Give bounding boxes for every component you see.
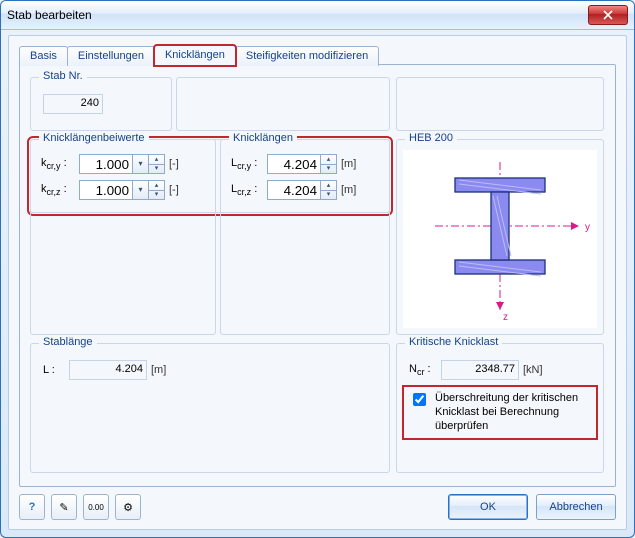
lcrz-input[interactable] xyxy=(267,180,321,200)
group-knicklangenbeiwerte: Knicklängenbeiwerte kcr,y : ▾ ▴▾ [-] kcr… xyxy=(30,139,216,335)
help-icon: ? xyxy=(29,501,36,513)
tab-strip: Basis Einstellungen Knicklängen Steifigk… xyxy=(19,44,378,65)
kcry-dropdown[interactable]: ▾ xyxy=(133,154,149,174)
section-name: HEB 200 xyxy=(405,132,457,144)
units-icon: 0.00 xyxy=(88,503,104,512)
pencil-icon: ✎ xyxy=(59,501,68,514)
tab-basis[interactable]: Basis xyxy=(19,46,68,66)
group-section: HEB 200 xyxy=(396,139,604,335)
ok-button[interactable]: OK xyxy=(448,494,528,520)
dialog-window: Stab bearbeiten Basis Einstellungen Knic… xyxy=(0,0,635,538)
kcrz-spinner[interactable]: ▴▾ xyxy=(149,180,165,200)
chevron-up-icon: ▴ xyxy=(321,181,336,190)
group-blank-top xyxy=(176,77,390,131)
dialog-footer: ? ✎ 0.00 ⚙ OK Abbrechen xyxy=(19,493,616,521)
kcry-label: kcr,y : xyxy=(41,157,75,171)
lcry-input[interactable] xyxy=(267,154,321,174)
chevron-down-icon: ▾ xyxy=(321,190,336,200)
Ncr-unit: [kN] xyxy=(523,364,549,376)
Ncr-label: Ncr : xyxy=(409,363,437,377)
group-blank-top-right xyxy=(396,77,604,131)
chevron-up-icon: ▴ xyxy=(149,155,164,164)
Ncr-value: 2348.77 xyxy=(441,360,519,380)
chevron-down-icon: ▾ xyxy=(133,155,148,173)
tab-knicklaengen[interactable]: Knicklängen xyxy=(154,45,236,66)
titlebar: Stab bearbeiten xyxy=(1,1,634,30)
gear-icon: ⚙ xyxy=(123,501,133,514)
kcrz-label: kcr,z : xyxy=(41,183,75,197)
L-unit: [m] xyxy=(151,364,169,376)
chevron-down-icon: ▾ xyxy=(149,190,164,200)
lcrz-spinner[interactable]: ▴▾ xyxy=(321,180,337,200)
edit-button[interactable]: ✎ xyxy=(51,494,77,520)
kcry-spinner[interactable]: ▴▾ xyxy=(149,154,165,174)
group-stab-nr-caption: Stab Nr. xyxy=(39,70,87,82)
window-title: Stab bearbeiten xyxy=(7,8,588,22)
units-button[interactable]: 0.00 xyxy=(83,494,109,520)
help-button[interactable]: ? xyxy=(19,494,45,520)
check-knicklast-label: Überschreitung der kritischen Knicklast … xyxy=(435,392,591,433)
tab-steifigkeiten[interactable]: Steifigkeiten modifizieren xyxy=(235,46,379,66)
kcry-unit: [-] xyxy=(169,158,187,170)
group-kl-caption: Knicklängen xyxy=(229,132,297,144)
chevron-down-icon: ▾ xyxy=(321,164,336,174)
lcry-spinner[interactable]: ▴▾ xyxy=(321,154,337,174)
cancel-button[interactable]: Abbrechen xyxy=(536,494,616,520)
L-label: L : xyxy=(43,364,65,376)
axis-y-label: y xyxy=(585,222,590,233)
kcrz-unit: [-] xyxy=(169,184,187,196)
tab-einstellungen[interactable]: Einstellungen xyxy=(67,46,155,66)
kcrz-input[interactable] xyxy=(79,180,133,200)
tab-page: Stab Nr. 240 Knicklängenbeiwerte kcr,y :… xyxy=(19,64,616,487)
axis-z-label: z xyxy=(503,312,508,323)
group-kkl-caption: Kritische Knicklast xyxy=(405,336,502,348)
lcrz-unit: [m] xyxy=(341,184,359,196)
chevron-up-icon: ▴ xyxy=(321,155,336,164)
group-stablange-caption: Stablänge xyxy=(39,336,97,348)
close-button[interactable] xyxy=(588,5,628,25)
group-kritische-knicklast: Kritische Knicklast Ncr : 2348.77 [kN] Ü… xyxy=(396,343,604,473)
lcry-label: Lcr,y : xyxy=(231,157,263,171)
close-icon xyxy=(603,10,613,20)
client-area: Basis Einstellungen Knicklängen Steifigk… xyxy=(8,35,627,530)
lcry-unit: [m] xyxy=(341,158,359,170)
options-button[interactable]: ⚙ xyxy=(115,494,141,520)
kcrz-dropdown[interactable]: ▾ xyxy=(133,180,149,200)
kcry-input[interactable] xyxy=(79,154,133,174)
L-value: 4.204 xyxy=(69,360,147,380)
chevron-up-icon: ▴ xyxy=(149,181,164,190)
group-klb-caption: Knicklängenbeiwerte xyxy=(39,132,149,144)
check-knicklast[interactable] xyxy=(413,393,426,406)
chevron-down-icon: ▾ xyxy=(133,181,148,199)
group-knicklangen: Knicklängen Lcr,y : ▴▾ [m] Lcr,z : ▴▾ [ xyxy=(220,139,390,335)
lcrz-label: Lcr,z : xyxy=(231,183,263,197)
stab-nr-value: 240 xyxy=(43,94,103,114)
section-diagram: y z xyxy=(403,150,597,328)
chevron-down-icon: ▾ xyxy=(149,164,164,174)
group-stablange: Stablänge L : 4.204 [m] xyxy=(30,343,390,473)
group-stab-nr: Stab Nr. 240 xyxy=(30,77,172,131)
check-knicklast-wrap: Überschreitung der kritischen Knicklast … xyxy=(405,388,595,437)
